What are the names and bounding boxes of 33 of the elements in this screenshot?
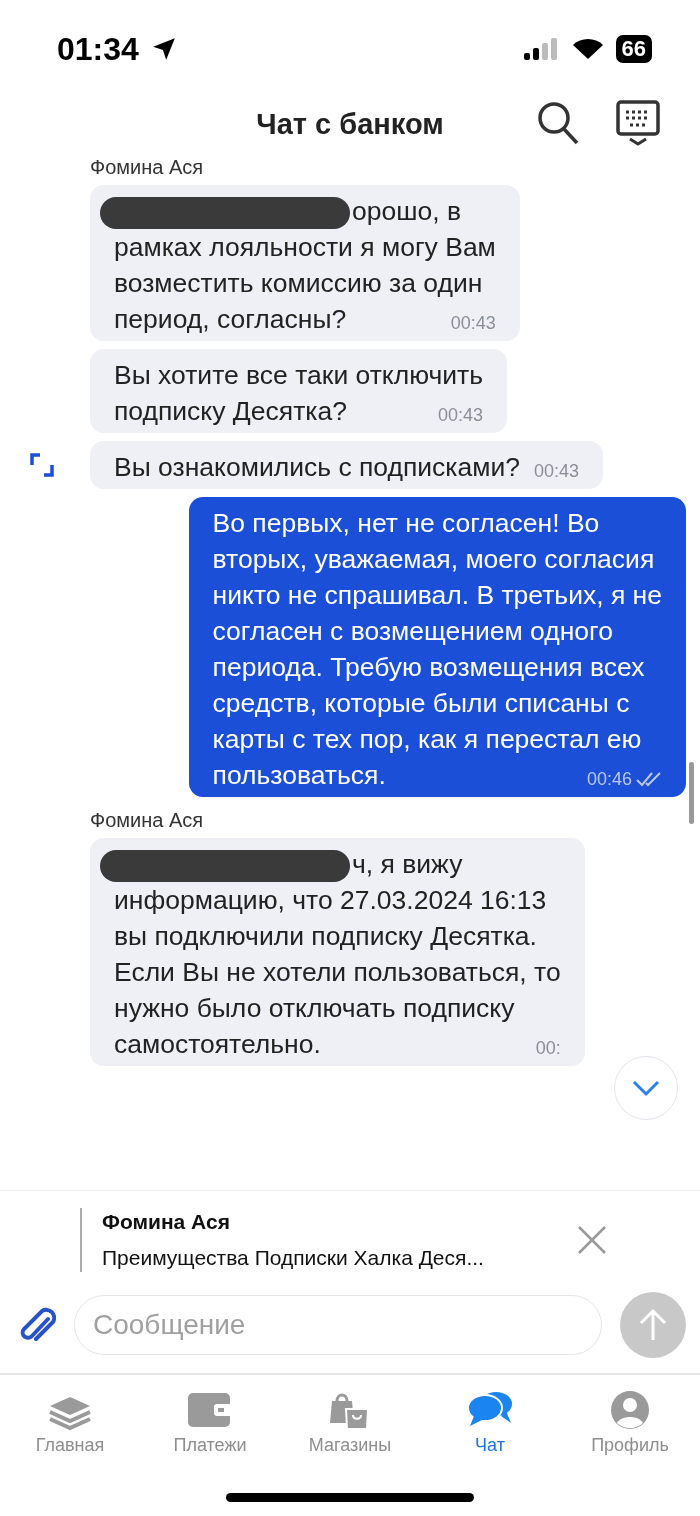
wifi-icon (571, 37, 604, 61)
close-icon (576, 1224, 608, 1256)
signal-icon (523, 37, 560, 61)
search-icon[interactable] (536, 100, 580, 146)
sender-name: Фомина Ася (90, 809, 205, 832)
incoming-message: Вы хотите все таки отключить подписку Десятка? 00:43 (90, 349, 508, 433)
expand-corner-icon[interactable] (30, 453, 54, 477)
chevron-down-icon (631, 1079, 661, 1097)
arrow-up-icon (638, 1308, 668, 1342)
message-time: 00:43 (450, 312, 496, 335)
reply-text: Преимущества Подписки Халка Деся... (102, 1246, 485, 1270)
incoming-message: ч, я вижу информацию, что 27.03.2024 16:13 вы подключили подписку Десятка. Если Вы не хотели пользоваться, то нужно было отключать подписку самостоятельно. 00: (90, 838, 585, 1066)
tab-bar-item[interactable]: Главная (0, 1389, 140, 1456)
tab-bar-item[interactable]: Магазины (280, 1389, 420, 1456)
reply-sender: Фомина Ася (102, 1210, 231, 1234)
message-time: 00:46 (586, 768, 632, 791)
outgoing-message: Во первых, нет не согласен! Во вторых, уважаемая, моего согласия никто не спрашивал. В третьих, я не согласен с возмещением одного периода. Требую возмещения всех средств, которые были списаны с карты с тех пор, как я перестал ею пользоваться. 00:46 (188, 497, 686, 797)
battery-level: 66 (615, 35, 652, 63)
tab-bar-item[interactable]: Чат (420, 1389, 560, 1456)
incoming-message: орошо, в рамках лояльности я могу Вам возместить комиссию за один период, согласны? 00:43 (90, 185, 520, 341)
sender-name: Фомина Ася (90, 156, 205, 179)
incoming-message: Вы ознакомились с подписками? 00:43 (90, 441, 604, 489)
close-button[interactable] (576, 1224, 608, 1256)
message-time: 00: (535, 1037, 561, 1060)
message-input[interactable]: Сообщение (74, 1295, 602, 1355)
tab-bar-item[interactable]: Платежи (140, 1389, 280, 1456)
scroll-bar (689, 762, 694, 824)
keyboard-icon[interactable] (616, 100, 660, 146)
message-time: 00:43 (534, 460, 580, 483)
message-time: 00:43 (438, 404, 484, 427)
tab-bar-item[interactable]: Профиль (560, 1389, 700, 1456)
chat-title: Чат с банком (256, 107, 444, 141)
status-time: 01:34 (57, 30, 139, 68)
